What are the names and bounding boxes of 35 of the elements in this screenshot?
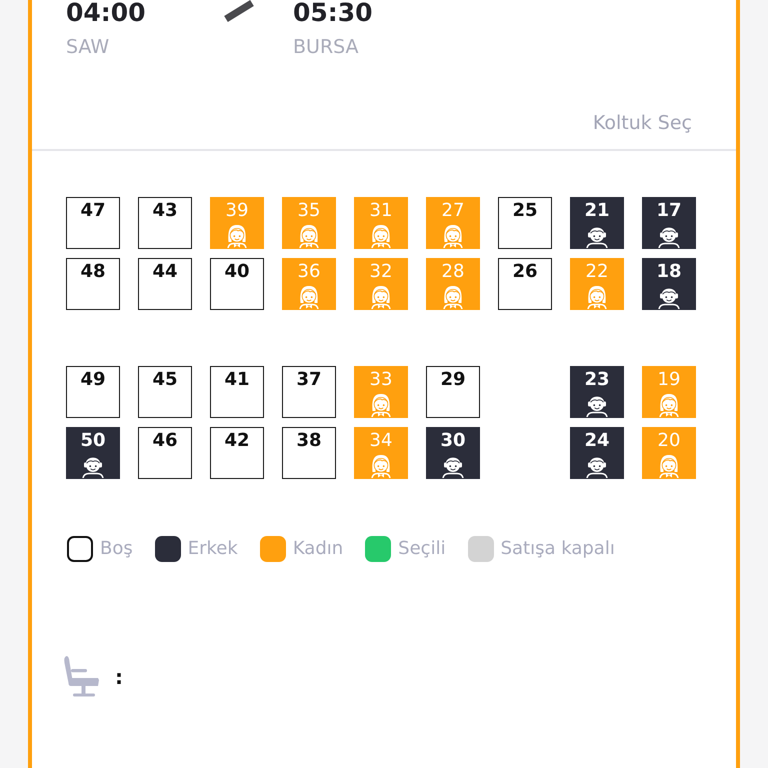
legend-label: Boş (100, 537, 133, 561)
seat[interactable]: 23 (570, 366, 624, 418)
seat[interactable]: 38 (282, 427, 336, 479)
seat[interactable]: 49 (66, 366, 120, 418)
selected-seats-separator: : (115, 665, 123, 689)
seat[interactable]: 48 (66, 258, 120, 310)
arrival-time: 05:30 (293, 0, 373, 26)
departure-place: SAW (66, 36, 110, 58)
stroke-icon (222, 0, 256, 22)
seat[interactable]: 41 (210, 366, 264, 418)
seat[interactable]: 50 (66, 427, 120, 479)
seat[interactable]: 26 (498, 258, 552, 310)
seat-select-label: Koltuk Seç (592, 111, 692, 135)
seat[interactable]: 21 (570, 197, 624, 249)
seat[interactable]: 47 (66, 197, 120, 249)
seat[interactable]: 46 (138, 427, 192, 479)
seat-icon (63, 655, 101, 699)
seat[interactable]: 24 (570, 427, 624, 479)
seat[interactable]: 29 (426, 366, 480, 418)
seat[interactable]: 42 (210, 427, 264, 479)
seat[interactable]: 18 (642, 258, 696, 310)
legend-label: Satışa kapalı (500, 537, 615, 561)
seat[interactable]: 45 (138, 366, 192, 418)
seat[interactable]: 44 (138, 258, 192, 310)
legend-label: Kadın (292, 537, 344, 561)
seat[interactable]: 30 (426, 427, 480, 479)
arrival-place: BURSA (293, 36, 360, 58)
seat[interactable]: 40 (210, 258, 264, 310)
seat[interactable]: 17 (642, 197, 696, 249)
seat[interactable]: 43 (138, 197, 192, 249)
seat[interactable]: 37 (282, 366, 336, 418)
legend-label: Erkek (188, 537, 238, 561)
seat[interactable]: 25 (498, 197, 552, 249)
departure-time: 04:00 (66, 0, 147, 26)
legend-label: Seçili (398, 537, 446, 561)
